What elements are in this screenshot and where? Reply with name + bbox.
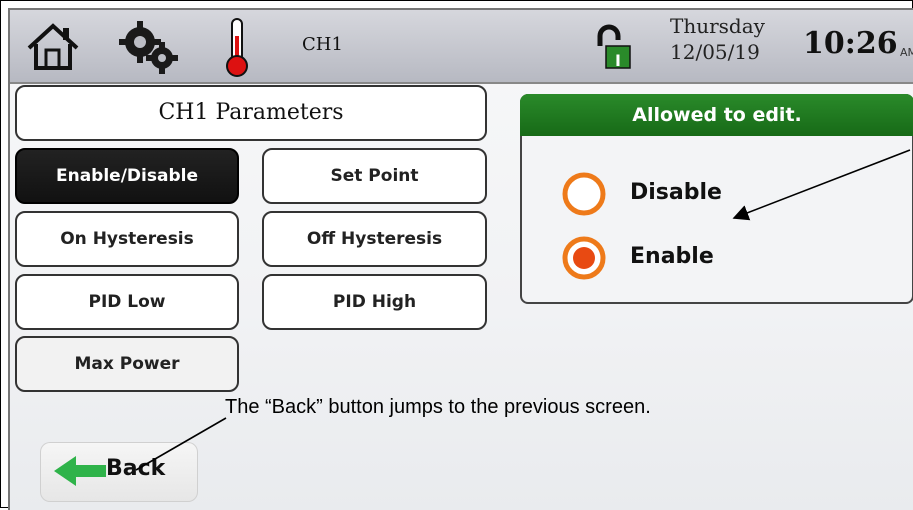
clock-ampm: AM [900,46,913,59]
thermometer-icon[interactable] [220,16,254,78]
gears-icon[interactable] [116,18,182,76]
edit-permission-box: Allowed to edit. Disable Enable [520,94,913,304]
date-label: 12/05/19 [670,40,760,64]
back-arrow-icon[interactable] [52,454,108,488]
day-label: Thursday [670,14,765,38]
clock-time: 10:26 [803,26,898,61]
set-point-button[interactable]: Set Point [262,148,487,204]
radio-enable-icon[interactable] [560,234,608,282]
pid-low-button[interactable]: PID Low [15,274,239,330]
lock-indicator-label: I [615,51,621,70]
edit-box-header: Allowed to edit. [520,94,913,136]
on-hysteresis-button[interactable]: On Hysteresis [15,211,239,267]
panel-title: CH1 Parameters [15,85,487,141]
max-power-button[interactable]: Max Power [15,336,239,392]
radio-disable-label[interactable]: Disable [630,180,722,205]
top-bar: CH1 I Thursday 12/05/19 10:26 AM [10,10,913,84]
radio-enable-label[interactable]: Enable [630,244,714,269]
enable-disable-button[interactable]: Enable/Disable [15,148,239,204]
unlock-icon[interactable] [594,24,634,72]
channel-title: CH1 [302,34,343,55]
pid-high-button[interactable]: PID High [262,274,487,330]
touch-screen: CH1 I Thursday 12/05/19 10:26 AM CH1 Par… [8,8,913,510]
off-hysteresis-button[interactable]: Off Hysteresis [262,211,487,267]
back-annotation-text: The “Back” button jumps to the previous … [225,396,651,418]
back-button-label[interactable]: Back [106,456,165,481]
radio-disable-icon[interactable] [560,170,608,218]
home-icon[interactable] [24,20,82,72]
